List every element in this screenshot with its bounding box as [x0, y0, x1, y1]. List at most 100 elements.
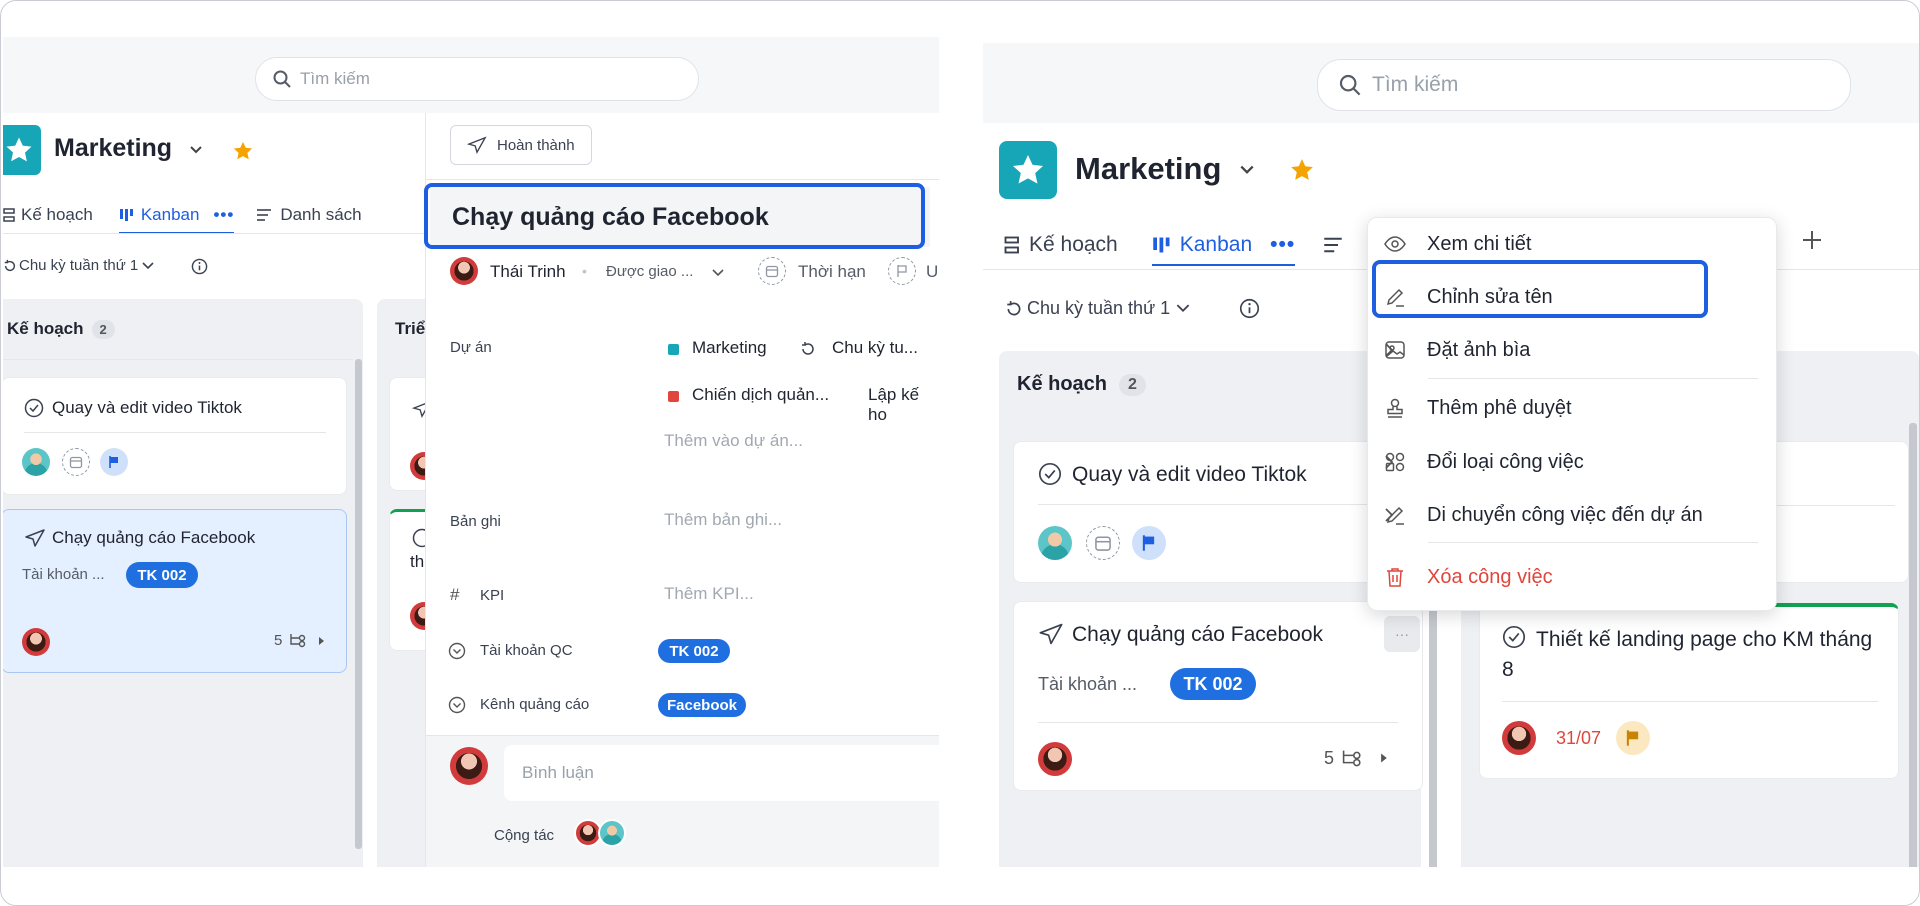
- kpi-label: KPI: [480, 587, 505, 604]
- chevron-right-icon: [1385, 508, 1394, 522]
- cycle-selector[interactable]: Chu kỳ tuần thứ 1: [3, 257, 154, 274]
- plan-icon: [3, 208, 15, 222]
- menu-divider: [1428, 542, 1758, 543]
- chevron-down-icon: [1176, 304, 1190, 313]
- menu-label: Đổi loại công việc: [1427, 450, 1584, 473]
- menu-item-delete[interactable]: Xóa công việc: [1368, 548, 1776, 606]
- assignee-avatar[interactable]: [450, 257, 478, 285]
- chevron-down-icon[interactable]: [712, 269, 724, 277]
- assignee-avatar[interactable]: [1502, 721, 1536, 755]
- favorite-star-icon[interactable]: [1289, 157, 1315, 183]
- assignee-avatar[interactable]: [22, 448, 50, 476]
- assignee-avatar[interactable]: [22, 628, 50, 656]
- favorite-star-icon[interactable]: [232, 140, 254, 162]
- more-dots-icon[interactable]: •••: [213, 205, 234, 225]
- project1-name[interactable]: Marketing: [692, 338, 767, 358]
- project-color-teal: [668, 344, 679, 355]
- caret-right-icon[interactable]: [1380, 752, 1389, 764]
- assignee-avatar[interactable]: [1038, 526, 1072, 560]
- tab-list-label: Danh sách: [280, 205, 362, 224]
- flag-icon[interactable]: [1132, 526, 1166, 560]
- menu-item-add-approval[interactable]: Thêm phê duyệt: [1368, 380, 1776, 436]
- list-icon: [257, 209, 272, 221]
- tab-list-icon-only[interactable]: [1323, 235, 1343, 255]
- menu-label: Di chuyển công việc đến dự án: [1427, 503, 1703, 526]
- due-date[interactable]: 31/07: [1556, 728, 1601, 749]
- kanban-icon: [1153, 237, 1170, 253]
- subtask-icon[interactable]: [288, 632, 308, 650]
- complete-button[interactable]: Hoàn thành: [450, 125, 592, 165]
- menu-item-move[interactable]: Di chuyển công việc đến dự án: [1368, 488, 1776, 542]
- tab-kanban-label: Kanban: [1179, 233, 1253, 256]
- account-tag[interactable]: TK 002: [658, 639, 730, 663]
- card-fb[interactable]: Chạy quảng cáo Facebook Tài khoản ... TK…: [3, 509, 347, 673]
- card-more-button[interactable]: ···: [1384, 616, 1420, 652]
- subtask-icon[interactable]: [1340, 748, 1364, 770]
- check-circle-icon[interactable]: [24, 398, 44, 418]
- info-icon[interactable]: [191, 258, 208, 275]
- column-scrollbar[interactable]: [1909, 423, 1917, 867]
- left-panel: Tìm kiếm Marketing Kế hoạch Kanban ••• D…: [3, 37, 939, 867]
- card-fb[interactable]: Chạy quảng cáo Facebook ··· Tài khoản ..…: [1013, 601, 1423, 791]
- caret-right-icon[interactable]: [318, 636, 326, 646]
- search-input[interactable]: Tìm kiếm: [255, 57, 699, 101]
- send-icon: [467, 136, 487, 154]
- comment-input[interactable]: Bình luận: [504, 745, 939, 801]
- cycle-selector[interactable]: Chu kỳ tuần thứ 1: [1005, 298, 1190, 319]
- cycle-icon: [4, 259, 16, 271]
- more-dots-icon[interactable]: •••: [1270, 233, 1295, 257]
- check-circle-icon[interactable]: [1038, 462, 1062, 486]
- channel-tag[interactable]: Facebook: [658, 693, 746, 717]
- collaborator-avatar[interactable]: [598, 819, 626, 847]
- assignee-name[interactable]: Thái Trinh: [490, 262, 566, 282]
- chevron-down-icon[interactable]: [1239, 164, 1255, 176]
- flag-icon[interactable]: [100, 448, 128, 476]
- tab-plan[interactable]: Kế hoạch: [3, 205, 93, 225]
- tab-list[interactable]: Danh sách: [256, 205, 362, 225]
- calendar-icon[interactable]: [1086, 526, 1120, 560]
- tab-kanban[interactable]: Kanban •••: [1151, 233, 1296, 266]
- menu-label: Thêm phê duyệt: [1427, 396, 1572, 419]
- flag-icon[interactable]: [1616, 721, 1650, 755]
- project-logo: [999, 141, 1057, 199]
- priority-flag-icon[interactable]: [888, 257, 916, 285]
- chevron-down-icon[interactable]: [189, 145, 203, 155]
- add-project-link[interactable]: Thêm vào dự án...: [664, 431, 803, 451]
- calendar-icon[interactable]: [758, 257, 786, 285]
- card-video[interactable]: Quay và edit video Tiktok: [3, 377, 347, 495]
- view-tabs: Kế hoạch Kanban •••: [1003, 233, 1343, 266]
- card-video-title: Quay và edit video Tiktok: [52, 398, 242, 417]
- column-scrollbar[interactable]: [355, 359, 362, 849]
- stamp-icon: [1387, 398, 1403, 418]
- priority-label[interactable]: U: [926, 262, 938, 282]
- column-plan-header: Kế hoạch 2: [1017, 373, 1146, 396]
- tab-plan[interactable]: Kế hoạch: [1003, 233, 1118, 257]
- kpi-input[interactable]: Thêm KPI...: [664, 584, 754, 604]
- project2-name[interactable]: Chiến dịch quản...: [692, 385, 829, 405]
- menu-item-change-type[interactable]: Đổi loại công việc: [1368, 436, 1776, 488]
- column-deploy-name: Triể: [395, 319, 426, 338]
- notes-label: Bản ghi: [450, 513, 501, 530]
- notes-input[interactable]: Thêm bản ghi...: [664, 510, 782, 530]
- card-video-title: Quay và edit video Tiktok: [1072, 463, 1307, 486]
- project2-column[interactable]: Lập kế ho: [868, 385, 939, 425]
- calendar-icon[interactable]: [62, 448, 90, 476]
- project-title: Marketing: [1075, 151, 1222, 186]
- search-input[interactable]: Tìm kiếm: [1317, 59, 1851, 111]
- complete-button-label: Hoàn thành: [497, 136, 575, 154]
- assignee-avatar[interactable]: [1038, 742, 1072, 776]
- project-title: Marketing: [54, 134, 173, 162]
- card-landing[interactable]: Thiết kế landing page cho KM tháng 8 31/…: [1479, 603, 1899, 779]
- card-video[interactable]: Quay và edit video Tiktok: [1013, 441, 1423, 583]
- card-fb-field: Tài khoản ...: [22, 566, 105, 583]
- tab-kanban[interactable]: Kanban •••: [118, 205, 235, 234]
- column-plan-header: Kế hoạch 2: [7, 319, 115, 339]
- user-avatar: [450, 747, 488, 785]
- column-plan-name: Kế hoạch: [1017, 373, 1108, 395]
- deadline-label[interactable]: Thời hạn: [798, 262, 866, 282]
- info-icon[interactable]: [1239, 298, 1260, 319]
- menu-item-set-cover[interactable]: Đặt ảnh bìa: [1368, 324, 1776, 376]
- add-tab-icon[interactable]: [1801, 229, 1823, 251]
- assigned-status[interactable]: Được giao ...: [606, 263, 693, 280]
- project1-cycle[interactable]: Chu kỳ tu...: [832, 338, 918, 358]
